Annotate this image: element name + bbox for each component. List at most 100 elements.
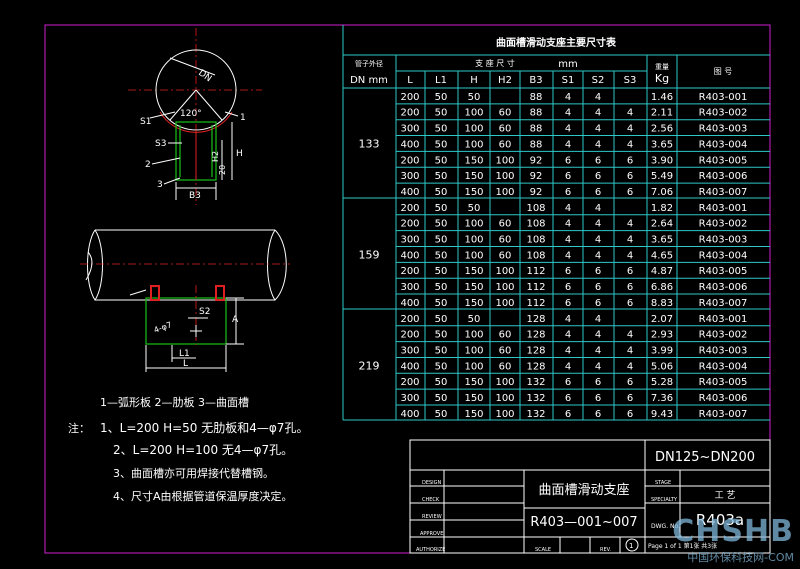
table-cell: 6	[627, 282, 633, 293]
label-b3: B3	[189, 191, 201, 201]
table-cell: 4	[627, 124, 633, 135]
table-cell: 200	[400, 92, 419, 103]
column-header: S3	[624, 75, 637, 86]
parts-legend: 1—弧形板 2—肋板 3—曲面槽	[100, 395, 249, 409]
table-cell: 50	[435, 187, 448, 198]
table-cell: 400	[400, 361, 419, 372]
column-header: L1	[435, 75, 447, 86]
table-cell: 108	[526, 235, 545, 246]
table-body: 133 200 50 50 88 4 4 1.46 R403-001 200 50 100 60 88 4 4…	[359, 92, 770, 420]
table-cell: 6	[627, 409, 633, 420]
table-cell: 6	[627, 187, 633, 198]
table-cell: 92	[530, 171, 543, 182]
table-cell: R403-007	[699, 187, 748, 198]
watermark: CHSHB 中国环保科技网-COM	[672, 514, 794, 565]
table-cell: 150	[464, 266, 483, 277]
table-cell: 2.93	[651, 330, 673, 341]
table-cell: 60	[499, 330, 512, 341]
table-cell: 6	[595, 393, 601, 404]
note-1: 1、L=200 H=50 无肋板和4—φ7孔。	[100, 420, 308, 435]
table-cell: 4	[565, 219, 571, 230]
review-label: REVIEW	[422, 514, 442, 520]
header-pipe-label: 管子外径	[355, 59, 383, 68]
label-l: L	[183, 359, 188, 369]
table-cell: 4	[627, 330, 633, 341]
label-c3: 3	[157, 180, 163, 190]
table-cell: 300	[400, 393, 419, 404]
table-cell: R403-004	[699, 250, 748, 261]
table-cell: 112	[526, 266, 545, 277]
note-3: 3、曲面槽亦可用焊接代替槽钢。	[113, 466, 274, 480]
table-cell: 3.90	[651, 155, 673, 166]
table-cell: 60	[499, 235, 512, 246]
table-cell: 4	[565, 235, 571, 246]
table-cell: 4	[627, 219, 633, 230]
table-cell: 4	[565, 124, 571, 135]
table-cell: 150	[464, 377, 483, 388]
table-cell: 3.65	[651, 139, 673, 150]
label-c1: 1	[240, 113, 246, 123]
table-cell: R403-006	[699, 171, 748, 182]
table-cell: 100	[495, 377, 514, 388]
scale-label: SCALE	[535, 547, 551, 553]
table-cell: 4	[595, 330, 601, 341]
table-cell: 6	[627, 171, 633, 182]
label-l1: L1	[179, 349, 190, 359]
table-cell: 128	[526, 345, 545, 356]
header-dims-group: 支 座 尺 寸	[475, 58, 515, 68]
table-cell: 88	[530, 92, 543, 103]
table-cell: 150	[464, 171, 483, 182]
table-cell: 60	[499, 345, 512, 356]
table-cell: 6	[565, 155, 571, 166]
table-cell: 4	[565, 314, 571, 325]
table-cell: 6	[565, 298, 571, 309]
table-cell: 100	[464, 139, 483, 150]
table-cell: 112	[526, 282, 545, 293]
table-cell: 4	[595, 124, 601, 135]
group-dn: 219	[359, 359, 380, 372]
table-cell: 4.87	[651, 266, 673, 277]
label-h2: H2	[211, 151, 220, 162]
label-s2: S2	[199, 307, 210, 317]
column-headers: L L1 H H2 B3 S1 S2 S3	[407, 75, 636, 86]
table-cell: 4	[627, 345, 633, 356]
table-cell: R403-006	[699, 282, 748, 293]
header-weight-label: 重量	[655, 63, 669, 71]
table-cell: 4	[627, 361, 633, 372]
table-cell: 6	[627, 377, 633, 388]
table-cell: 50	[435, 409, 448, 420]
column-header: S2	[592, 75, 605, 86]
note-4: 4、尺寸A由根据管道保温厚度决定。	[113, 489, 293, 503]
stage-label: STAGE	[655, 480, 671, 486]
design-label: DESIGN	[422, 480, 442, 486]
table-cell: 50	[435, 171, 448, 182]
header-weight-unit: Kg	[655, 72, 669, 85]
label-angle: 120°	[180, 109, 202, 119]
label-s1: S1	[140, 117, 151, 127]
table-cell: 6	[595, 282, 601, 293]
table-cell: 3.65	[651, 235, 673, 246]
table-cell: 150	[464, 155, 483, 166]
table-cell: 6	[565, 266, 571, 277]
table-cell: R403-002	[699, 219, 748, 230]
table-cell: 50	[435, 108, 448, 119]
table-cell: 2.64	[651, 219, 673, 230]
table-cell: 92	[530, 187, 543, 198]
table-cell: 4	[595, 314, 601, 325]
table-cell: 2.56	[651, 124, 673, 135]
table-cell: 50	[468, 203, 481, 214]
table-cell: 4	[595, 250, 601, 261]
table-cell: 7.36	[651, 393, 673, 404]
table-cell: 5.06	[651, 361, 673, 372]
table-cell: 50	[435, 250, 448, 261]
table-cell: 300	[400, 345, 419, 356]
table-cell: R403-007	[699, 409, 748, 420]
label-20: 20	[218, 165, 227, 175]
table-cell: R403-003	[699, 235, 748, 246]
table-cell: 4	[565, 345, 571, 356]
note-2: 2、L=200 H=100 无4—φ7孔。	[113, 443, 293, 457]
header-dn: DN mm	[350, 75, 388, 86]
table-cell: 88	[530, 108, 543, 119]
table-cell: 4	[565, 330, 571, 341]
table-cell: 6	[627, 155, 633, 166]
